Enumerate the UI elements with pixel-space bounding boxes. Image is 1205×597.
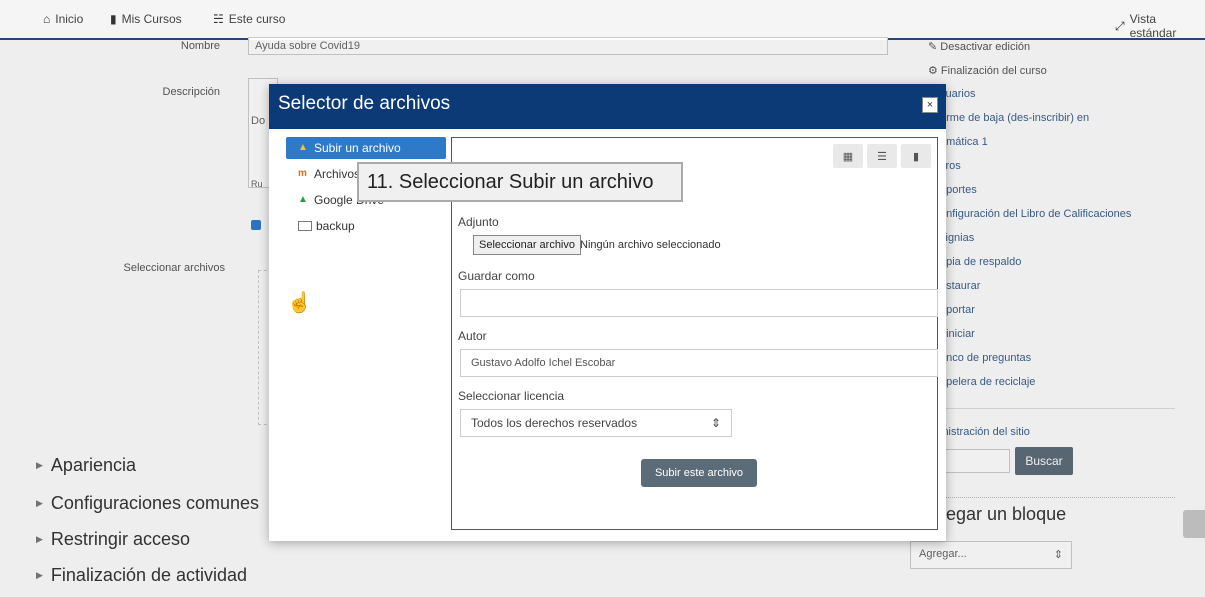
compress-icon: ⤢: [1115, 18, 1125, 33]
home-icon: ⌂: [43, 12, 51, 26]
save-as-label: Guardar como: [458, 269, 535, 283]
folder-icon: [298, 221, 312, 231]
top-navbar: ⌂ Inicio ▮ Mis Cursos ☵ Este curso ⤢ Vis…: [0, 0, 1205, 40]
nav-my-courses-label: Mis Cursos: [121, 12, 182, 26]
sort-icon: ⇕: [710, 416, 721, 430]
licence-label: Seleccionar licencia: [458, 389, 565, 403]
nav-home-label: Inicio: [55, 12, 84, 26]
repo-upload-file[interactable]: ▲ Subir un archivo: [286, 137, 446, 159]
moodle-icon: m: [298, 168, 307, 179]
repo-label: Subir un archivo: [314, 141, 401, 155]
nav-this-course-label: Este curso: [228, 12, 286, 26]
folder-view-icon[interactable]: ▮: [901, 144, 931, 168]
licence-select[interactable]: Todos los derechos reservados ⇕: [460, 409, 732, 437]
google-drive-icon: ▲: [298, 194, 308, 205]
author-label: Autor: [458, 329, 487, 343]
close-button[interactable]: ×: [922, 97, 938, 113]
list-view-icon[interactable]: ☰: [867, 144, 897, 168]
nav-my-courses[interactable]: ▮ Mis Cursos: [110, 12, 182, 26]
file-picker-dialog: Selector de archivos × ▲ Subir un archiv…: [269, 84, 946, 541]
tutorial-step-callout: 11. Seleccionar Subir un archivo: [357, 162, 683, 202]
standard-view-label: Vista estándar: [1129, 12, 1177, 40]
licence-value: Todos los derechos reservados: [471, 416, 638, 430]
author-input[interactable]: Gustavo Adolfo Ichel Escobar: [460, 349, 938, 377]
repo-label: backup: [316, 219, 355, 233]
dialog-header: Selector de archivos ×: [269, 84, 946, 129]
choose-file-button[interactable]: Seleccionar archivo: [473, 235, 581, 255]
nav-home[interactable]: ⌂ Inicio: [43, 12, 83, 26]
page: ⌂ Inicio ▮ Mis Cursos ☵ Este curso ⤢ Vis…: [0, 0, 1205, 597]
grid-view-icon[interactable]: ▦: [833, 144, 863, 168]
dialog-title: Selector de archivos: [278, 93, 451, 114]
repo-label: Archivos: [314, 167, 361, 181]
hand-pointer-icon: ☝: [287, 292, 312, 314]
repo-backup[interactable]: backup: [286, 215, 446, 237]
save-as-input[interactable]: [460, 289, 938, 317]
view-switcher: ▦ ☰ ▮: [833, 144, 931, 168]
no-file-text: Ningún archivo seleccionado: [580, 239, 721, 251]
standard-view-link[interactable]: ⤢ Vista estándar: [1115, 12, 1205, 40]
briefcase-icon: ▮: [110, 12, 117, 26]
nav-this-course[interactable]: ☵ Este curso: [213, 12, 285, 26]
attachment-label: Adjunto: [458, 215, 499, 229]
sitemap-icon: ☵: [213, 12, 224, 26]
upload-file-button[interactable]: Subir este archivo: [641, 459, 757, 487]
upload-icon: ▲: [298, 142, 308, 153]
